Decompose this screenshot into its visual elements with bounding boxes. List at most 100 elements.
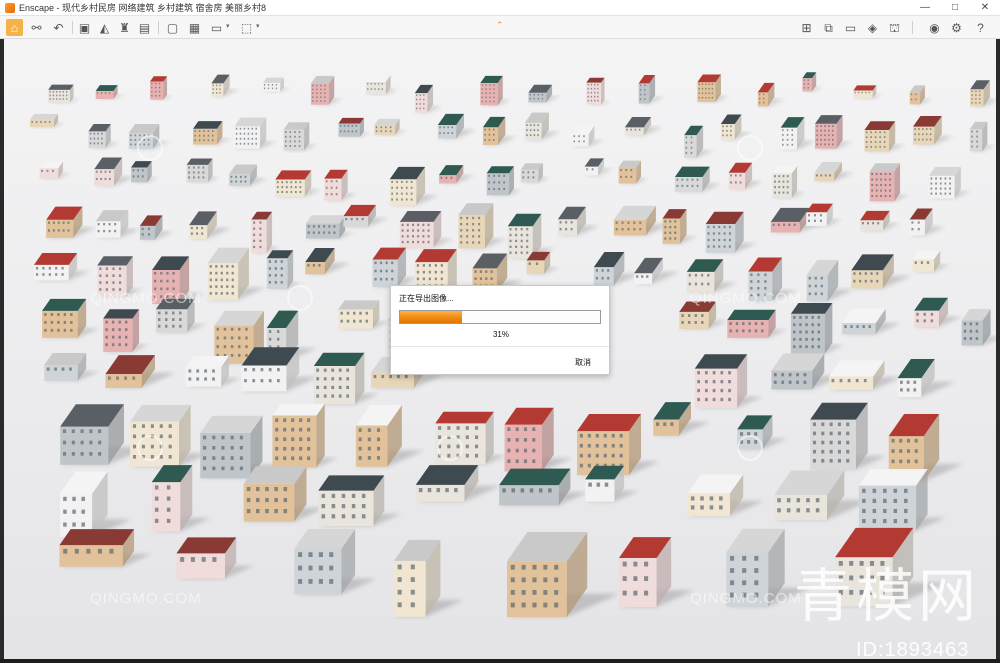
window-title: Enscape - 现代乡村民房 网络建筑 乡村建筑 宿舍房 美丽乡村8 — [19, 3, 267, 13]
progress-percent: 31% — [492, 330, 509, 339]
building-model — [29, 113, 65, 128]
help-icon[interactable]: ? — [972, 19, 989, 36]
building-model — [638, 75, 665, 104]
asset-icon[interactable]: ⛫ — [886, 19, 903, 36]
building-model — [414, 84, 443, 113]
watermark-text: QINGMO.COM — [690, 290, 802, 307]
title-bar: Enscape - 现代乡村民房 网络建筑 乡村建筑 宿舍房 美丽乡村8 — □… — [0, 0, 1000, 16]
building-model — [780, 117, 817, 150]
building-model — [228, 164, 268, 186]
building-model — [593, 251, 642, 286]
cancel-button[interactable]: 取消 — [575, 357, 591, 368]
building-model — [482, 116, 517, 146]
building-model — [705, 211, 758, 253]
building-model — [520, 163, 551, 183]
building-model — [310, 75, 343, 105]
building-model — [684, 125, 714, 158]
watermark-id: ID:1893463 — [856, 639, 970, 659]
export-dropdown-icon[interactable]: ▾ — [256, 22, 260, 30]
export-icon[interactable]: ⬚ — [238, 19, 255, 36]
video-dropdown-icon[interactable]: ▾ — [226, 22, 230, 30]
collapse-toolbar-icon[interactable]: ⌃ — [496, 20, 504, 31]
monitor-icon[interactable]: ▭ — [842, 19, 859, 36]
building-model — [851, 254, 912, 289]
building-model — [928, 167, 971, 199]
building-model — [283, 122, 318, 151]
window-border — [996, 39, 1000, 659]
batch-icon[interactable]: ▦ — [186, 19, 203, 36]
building-model — [912, 250, 950, 272]
watermark-logo-icon — [737, 135, 763, 161]
watermark-logo-icon — [437, 435, 463, 461]
building-model — [728, 162, 764, 190]
building-model — [802, 72, 823, 92]
building-model — [59, 529, 152, 567]
building-model — [374, 118, 407, 135]
building-model — [694, 354, 763, 409]
building-model — [131, 161, 159, 183]
building-model — [94, 157, 135, 186]
home-icon[interactable]: ⌂ — [6, 19, 23, 36]
building-model — [697, 74, 730, 103]
building-model — [150, 76, 173, 100]
watermark-logo-icon — [137, 435, 163, 461]
building-model — [662, 209, 697, 244]
undo-icon[interactable]: ↶ — [50, 19, 67, 36]
building-model — [48, 84, 80, 103]
watermark-text: QINGMO.COM — [690, 590, 802, 607]
view-icon[interactable]: ▣ — [76, 19, 93, 36]
building-model — [727, 309, 787, 338]
toolbar-separator — [72, 21, 73, 34]
screenshot-icon[interactable]: ▢ — [164, 19, 181, 36]
minimize-button[interactable]: — — [910, 0, 940, 16]
building-model — [584, 158, 614, 176]
building-model — [372, 247, 420, 288]
building-model — [829, 360, 903, 390]
panorama-icon[interactable]: ⧉ — [820, 19, 837, 36]
building-model — [243, 466, 326, 522]
close-button[interactable]: ✕ — [970, 0, 1000, 16]
building-model — [842, 308, 902, 335]
building-model — [458, 203, 507, 249]
building-model — [618, 160, 649, 184]
building-model — [139, 215, 175, 240]
building-model — [46, 206, 97, 238]
building-model — [814, 161, 855, 182]
building-model — [806, 259, 855, 302]
building-model — [504, 407, 573, 472]
building-model — [105, 355, 176, 388]
building-model — [88, 123, 119, 149]
connect-icon[interactable]: ⚯ — [28, 19, 45, 36]
map-icon[interactable]: ⊞ — [798, 19, 815, 36]
person-icon[interactable]: ♜ — [116, 19, 133, 36]
building-model — [624, 116, 663, 136]
watermark-text: QINGMO.COM — [90, 590, 202, 607]
building-model — [33, 253, 91, 281]
building-model — [266, 250, 303, 289]
building-model — [687, 474, 764, 516]
building-model — [389, 166, 439, 206]
eye-icon[interactable]: ◉ — [926, 19, 943, 36]
building-model — [810, 402, 887, 470]
settings-icon[interactable]: ⚙ — [948, 19, 965, 36]
building-icon[interactable]: ▤ — [136, 19, 153, 36]
building-model — [355, 404, 425, 467]
building-model — [618, 537, 695, 608]
video-icon[interactable]: ▭ — [208, 19, 225, 36]
building-model — [507, 213, 556, 259]
cube-icon[interactable]: ◈ — [864, 19, 881, 36]
building-model — [211, 74, 240, 97]
building-model — [858, 469, 946, 531]
building-model — [305, 247, 351, 275]
building-model — [897, 359, 956, 398]
building-model — [262, 77, 290, 92]
image-icon[interactable]: ◭ — [96, 19, 113, 36]
toolbar: ⌂ ⚯ ↶ ▣ ◭ ♜ ▤ ▢ ▦ ▭ ▾ ⬚ ▾ ⌃ ⊞ ⧉ ▭ ◈ ⛫ ◉ … — [0, 16, 1000, 39]
building-model — [193, 121, 231, 145]
toolbar-separator — [912, 21, 913, 34]
building-model — [634, 257, 680, 285]
maximize-button[interactable]: □ — [940, 0, 970, 16]
building-model — [95, 210, 141, 238]
building-model — [399, 211, 454, 248]
watermark-logo-icon — [737, 435, 763, 461]
